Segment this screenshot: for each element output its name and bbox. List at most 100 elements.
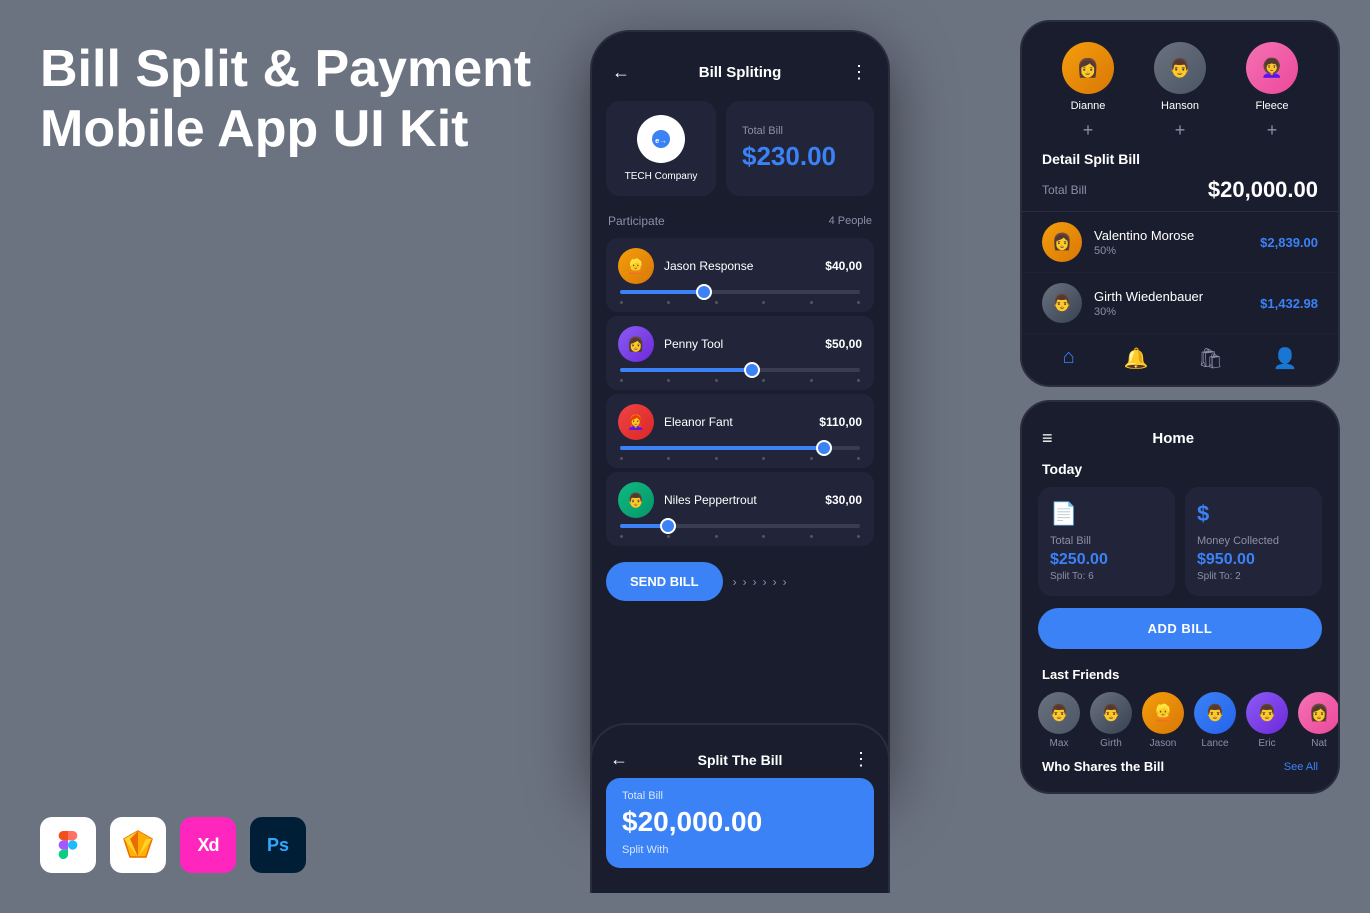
- photoshop-icon[interactable]: Ps: [250, 817, 306, 873]
- slider-niles[interactable]: [620, 524, 860, 528]
- friend-name-nat: Nat: [1311, 738, 1327, 749]
- sketch-icon[interactable]: [110, 817, 166, 873]
- split-phone-title: Split The Bill: [628, 752, 852, 768]
- total-bill-today-amount: $250.00: [1050, 551, 1163, 569]
- friend-jason: 👱 Jason: [1142, 692, 1184, 749]
- person-row-eleanor: 👩‍🦰 Eleanor Fant $110,00: [606, 394, 874, 468]
- person-amount-penny: $50,00: [825, 337, 862, 351]
- avatar-eleanor: 👩‍🦰: [618, 404, 654, 440]
- bill-splitting-header: ← Bill Spliting ⋮: [592, 54, 888, 93]
- friend-name-lance: Lance: [1201, 738, 1228, 749]
- hamburger-menu[interactable]: ≡: [1042, 428, 1053, 449]
- avatar-name-fleece: Fleece: [1255, 100, 1288, 112]
- back-button[interactable]: ←: [612, 62, 630, 83]
- slider-penny[interactable]: [620, 368, 860, 372]
- total-bill-amount: $230.00: [742, 141, 858, 172]
- split-with-label: Split With: [622, 844, 858, 856]
- total-bill-today-label: Total Bill: [1050, 535, 1163, 547]
- friend-name-jason: Jason: [1150, 738, 1177, 749]
- person-row-niles: 👨 Niles Peppertrout $30,00: [606, 472, 874, 546]
- nav-arrow-5[interactable]: ›: [773, 575, 777, 589]
- add-fleece-button[interactable]: +: [1267, 120, 1278, 141]
- avatar-img-dianne: 👩: [1062, 42, 1114, 94]
- nav-arrow-6[interactable]: ›: [783, 575, 787, 589]
- person-amount-eleanor: $110,00: [819, 415, 862, 429]
- today-label: Today: [1022, 457, 1338, 487]
- friend-name-eric: Eric: [1258, 738, 1275, 749]
- friend-girth: 👨 Girth: [1090, 692, 1132, 749]
- nav-arrow-2[interactable]: ›: [743, 575, 747, 589]
- bag-nav-icon[interactable]: 🛍: [1198, 346, 1223, 371]
- home-title: Home: [1063, 430, 1284, 447]
- add-hanson-button[interactable]: +: [1175, 120, 1186, 141]
- nav-arrows: › › › › › ›: [733, 575, 787, 589]
- avatar-fleece: 👩‍🦱 Fleece +: [1246, 42, 1298, 141]
- avatar-valentino: 👩: [1042, 222, 1082, 262]
- split-phone-notch: [700, 725, 780, 743]
- total-bill-today-card: 📄 Total Bill $250.00 Split To: 6: [1038, 487, 1175, 596]
- add-bill-button[interactable]: ADD BILL: [1038, 608, 1322, 649]
- slider-eleanor[interactable]: [620, 446, 860, 450]
- friend-avatar-lance: 👨: [1194, 692, 1236, 734]
- split-total-card: Total Bill $20,000.00 Split With: [606, 778, 874, 868]
- girth-amount: $1,432.98: [1260, 296, 1318, 311]
- avatar-img-fleece: 👩‍🦱: [1246, 42, 1298, 94]
- girth-info: Girth Wiedenbauer 30%: [1094, 289, 1248, 318]
- profile-nav-icon[interactable]: 👤: [1272, 346, 1297, 371]
- who-shares-see-all[interactable]: See All: [1284, 761, 1318, 773]
- xd-icon[interactable]: Xd: [180, 817, 236, 873]
- total-bill-card: Total Bill $230.00: [726, 101, 874, 196]
- menu-dots[interactable]: ⋮: [850, 62, 868, 83]
- phone-bottom-actions: SEND BILL › › › › › ›: [592, 550, 888, 613]
- nav-arrow-3[interactable]: ›: [753, 575, 757, 589]
- detail-split-title: Detail Split Bill: [1022, 143, 1160, 173]
- participate-label: Participate: [608, 214, 665, 228]
- figma-icon[interactable]: [40, 817, 96, 873]
- notch-small: [1140, 402, 1220, 420]
- person-name-eleanor: Eleanor Fant: [664, 415, 733, 429]
- valentino-name: Valentino Morose: [1094, 228, 1248, 243]
- detail-total-amount: $20,000.00: [1208, 177, 1318, 203]
- right-panel-bottom: ≡ Home Today 📄 Total Bill $250.00 Split …: [1020, 400, 1340, 794]
- person-name-penny: Penny Tool: [664, 337, 723, 351]
- valentino-pct: 50%: [1094, 245, 1248, 257]
- company-card[interactable]: e→ TECH Company: [606, 101, 716, 196]
- nav-arrow-4[interactable]: ›: [763, 575, 767, 589]
- phone-notch: [690, 32, 790, 54]
- phone-bottom-split: ← Split The Bill ⋮ Total Bill $20,000.00…: [590, 723, 890, 893]
- bill-icon: 📄: [1050, 501, 1163, 527]
- person-name-niles: Niles Peppertrout: [664, 493, 757, 507]
- money-collected-label: Money Collected: [1197, 535, 1310, 547]
- bottom-navigation: ⌂ 🔔 🛍 👤: [1022, 334, 1338, 375]
- split-total-label: Total Bill: [622, 790, 858, 802]
- who-shares-header: Who Shares the Bill See All: [1022, 749, 1338, 778]
- hero-section: Bill Split & Payment Mobile App UI Kit: [40, 40, 540, 180]
- person-row-penny: 👩 Penny Tool $50,00: [606, 316, 874, 390]
- detail-total-row: Total Bill $20,000.00: [1022, 169, 1338, 212]
- valentino-amount: $2,839.00: [1260, 235, 1318, 250]
- home-nav-icon[interactable]: ⌂: [1063, 346, 1075, 371]
- split-row-girth: 👨 Girth Wiedenbauer 30% $1,432.98: [1022, 273, 1338, 334]
- person-amount-jason: $40,00: [825, 259, 862, 273]
- nav-arrow-1[interactable]: ›: [733, 575, 737, 589]
- money-collected-split-to: Split To: 2: [1197, 571, 1310, 582]
- person-row-jason: 👱 Jason Response $40,00: [606, 238, 874, 312]
- friend-name-max: Max: [1050, 738, 1069, 749]
- friend-avatar-girth: 👨: [1090, 692, 1132, 734]
- friend-lance: 👨 Lance: [1194, 692, 1236, 749]
- avatar-list: 👩 Dianne + 👨 Hanson + 👩‍🦱 Fleece +: [1022, 22, 1338, 151]
- total-bill-split-to: Split To: 6: [1050, 571, 1163, 582]
- total-bill-label: Total Bill: [742, 125, 858, 137]
- send-bill-button[interactable]: SEND BILL: [606, 562, 723, 601]
- money-collected-amount: $950.00: [1197, 551, 1310, 569]
- slider-jason[interactable]: [620, 290, 860, 294]
- add-dianne-button[interactable]: +: [1083, 120, 1094, 141]
- split-menu-dots[interactable]: ⋮: [852, 749, 870, 770]
- avatar-name-dianne: Dianne: [1071, 100, 1106, 112]
- avatar-girth: 👨: [1042, 283, 1082, 323]
- company-logo: e→: [637, 115, 685, 163]
- bell-nav-icon[interactable]: 🔔: [1124, 346, 1149, 371]
- split-phone-header: ← Split The Bill ⋮: [592, 743, 888, 778]
- friend-avatar-max: 👨: [1038, 692, 1080, 734]
- split-back-button[interactable]: ←: [610, 749, 628, 770]
